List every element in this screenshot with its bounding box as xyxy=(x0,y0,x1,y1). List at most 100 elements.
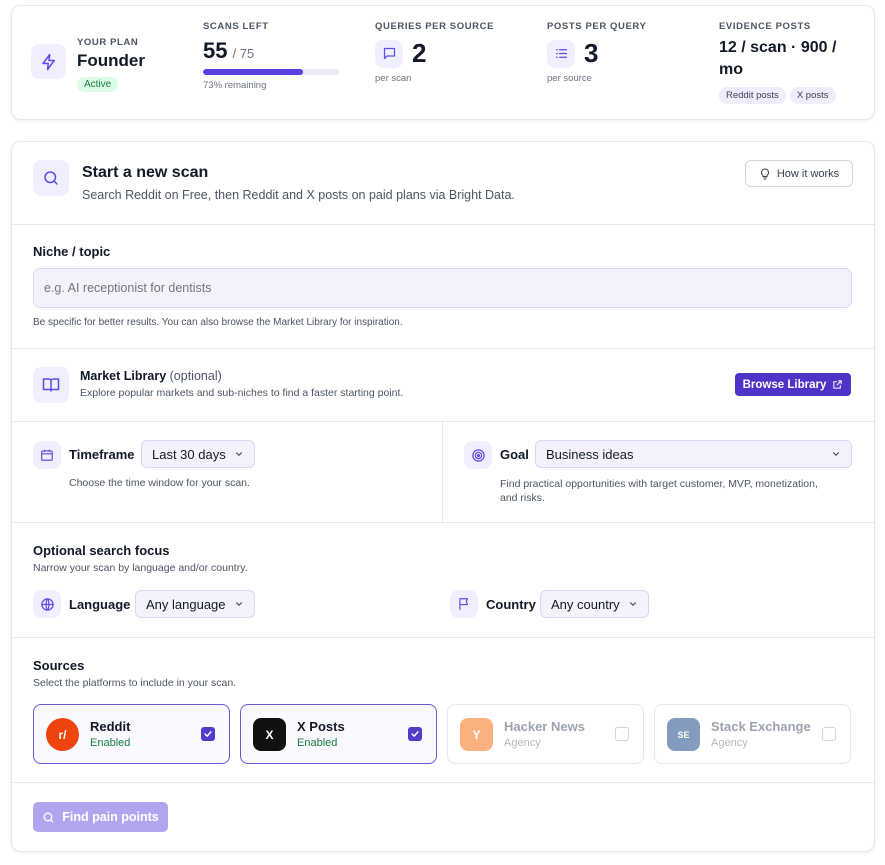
external-link-icon xyxy=(833,380,843,389)
how-it-works-button[interactable]: How it works xyxy=(745,160,853,187)
niche-input[interactable] xyxy=(33,268,852,308)
submit-section: Find pain points xyxy=(12,782,874,851)
evidence-tag: Reddit posts xyxy=(719,87,786,104)
goal-helper: Find practical opportunities with target… xyxy=(500,477,818,505)
section-divider xyxy=(442,422,443,522)
country-icon-tile xyxy=(450,590,478,618)
calendar-icon xyxy=(41,449,53,461)
chevron-down-icon xyxy=(235,452,242,456)
scans-left-eyebrow: SCANS LEFT xyxy=(203,21,269,32)
scan-icon-tile xyxy=(33,160,69,196)
source-name: Hacker News xyxy=(504,719,585,734)
sources-section: Sources Select the platforms to include … xyxy=(12,637,874,782)
plan-block: YOUR PLAN Founder Active xyxy=(77,37,145,92)
scans-left-total: / 75 xyxy=(232,46,255,61)
goal-select[interactable]: Business ideas xyxy=(535,440,852,468)
how-it-works-label: How it works xyxy=(776,167,840,180)
posts-icon-tile xyxy=(547,39,575,68)
posts-eyebrow: POSTS PER QUERY xyxy=(547,21,647,32)
sources-description: Select the platforms to include in your … xyxy=(33,677,237,689)
queries-sub: per scan xyxy=(375,73,412,84)
source-name: X Posts xyxy=(297,719,345,734)
scans-left-value: 55 xyxy=(203,38,228,63)
timeframe-helper: Choose the time window for your scan. xyxy=(69,477,250,489)
plan-eyebrow: YOUR PLAN xyxy=(77,37,139,48)
chevron-down-icon xyxy=(629,602,636,606)
find-pain-points-button[interactable]: Find pain points xyxy=(33,802,168,832)
search-focus-description: Narrow your scan by language and/or coun… xyxy=(33,562,248,574)
scan-subtitle: Search Reddit on Free, then Reddit and X… xyxy=(82,188,515,202)
scans-left-block: SCANS LEFT 55 / 75 73% remaining xyxy=(203,21,339,91)
new-scan-card: Start a new scan Search Reddit on Free, … xyxy=(11,141,875,852)
search-icon xyxy=(43,812,54,822)
source-card-stack-exchange[interactable]: SE Stack Exchange Agency xyxy=(654,704,851,764)
source-checkbox[interactable] xyxy=(615,727,629,741)
hacker-news-logo-icon: Y xyxy=(460,718,493,751)
queries-value: 2 xyxy=(412,38,427,68)
chevron-down-icon xyxy=(832,452,840,456)
globe-icon xyxy=(40,597,54,611)
chat-bubble-icon xyxy=(383,47,395,60)
plan-status-badge: Active xyxy=(77,77,119,92)
plan-summary-card: YOUR PLAN Founder Active SCANS LEFT 55 /… xyxy=(11,5,875,120)
book-icon xyxy=(42,378,60,392)
scans-progress-bar xyxy=(203,69,339,75)
find-pain-points-label: Find pain points xyxy=(62,810,159,824)
goal-value: Business ideas xyxy=(546,446,634,462)
source-status: Agency xyxy=(504,737,541,749)
sources-title: Sources xyxy=(33,658,85,673)
lightbulb-icon xyxy=(760,167,769,179)
source-checkbox[interactable] xyxy=(408,727,422,741)
niche-section: Niche / topic Be specific for better res… xyxy=(12,224,874,348)
source-name: Stack Exchange xyxy=(711,719,811,734)
source-cards: r/ Reddit Enabled X X Posts Enabled Y Ha… xyxy=(33,704,852,764)
evidence-tag: X posts xyxy=(789,87,836,104)
plan-name: Founder xyxy=(77,51,145,70)
goal-helper-line2: and risks. xyxy=(500,492,545,504)
source-card-hacker-news[interactable]: Y Hacker News Agency xyxy=(447,704,644,764)
source-checkbox[interactable] xyxy=(822,727,836,741)
language-value: Any language xyxy=(146,596,226,612)
country-select[interactable]: Any country xyxy=(540,590,649,618)
country-label: Country xyxy=(486,597,536,612)
reddit-logo-icon: r/ xyxy=(46,718,79,751)
posts-value: 3 xyxy=(584,38,599,68)
language-label: Language xyxy=(69,597,131,612)
market-library-title: Market Library xyxy=(80,369,167,383)
country-value: Any country xyxy=(551,596,620,612)
queries-eyebrow: QUERIES PER SOURCE xyxy=(375,21,495,32)
language-select[interactable]: Any language xyxy=(135,590,255,618)
search-icon xyxy=(44,171,58,185)
goal-helper-line1: Find practical opportunities with target… xyxy=(500,478,818,490)
stack-exchange-logo-icon: SE xyxy=(667,718,700,751)
plan-icon-tile xyxy=(31,44,66,79)
x-logo-icon: X xyxy=(253,718,286,751)
scans-progress-fill xyxy=(203,69,303,75)
source-checkbox[interactable] xyxy=(201,727,215,741)
source-card-reddit[interactable]: r/ Reddit Enabled xyxy=(33,704,230,764)
source-status: Enabled xyxy=(90,737,131,749)
timeframe-value: Last 30 days xyxy=(152,446,226,462)
queries-per-source-block: QUERIES PER SOURCE 2 per scan xyxy=(375,21,494,84)
source-name: Reddit xyxy=(90,719,131,734)
evidence-value-line1: 12 / scan · 900 / xyxy=(719,39,837,56)
timeframe-goal-section: Timeframe Last 30 days Choose the time w… xyxy=(12,421,874,522)
list-icon xyxy=(555,49,567,58)
target-icon xyxy=(471,448,485,462)
queries-icon-tile xyxy=(375,39,403,68)
timeframe-select[interactable]: Last 30 days xyxy=(141,440,255,468)
market-library-description: Explore popular markets and sub-niches t… xyxy=(80,387,404,399)
posts-sub: per source xyxy=(547,73,592,84)
scan-title: Start a new scan xyxy=(82,164,209,181)
market-library-optional: (optional) xyxy=(169,369,222,383)
niche-label: Niche / topic xyxy=(33,244,111,259)
source-card-x-posts[interactable]: X X Posts Enabled xyxy=(240,704,437,764)
goal-icon-tile xyxy=(464,441,492,469)
lightning-icon xyxy=(41,53,55,70)
browse-library-button[interactable]: Browse Library xyxy=(735,373,851,396)
scans-remaining-text: 73% remaining xyxy=(203,80,267,91)
source-status: Enabled xyxy=(297,737,338,749)
market-library-icon-tile xyxy=(33,367,69,403)
timeframe-label: Timeframe xyxy=(69,447,135,462)
timeframe-icon-tile xyxy=(33,441,61,469)
